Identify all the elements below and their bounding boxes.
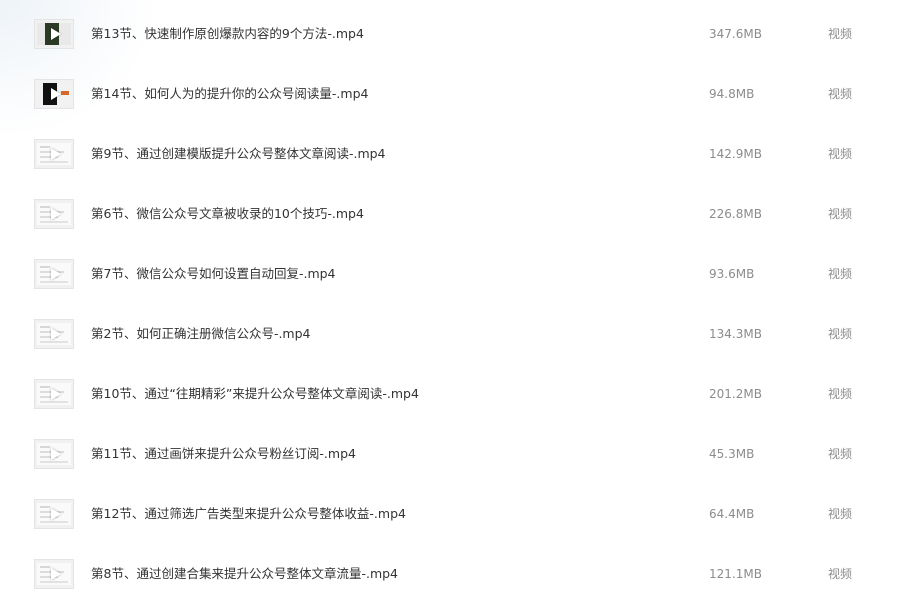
- file-type: 视频: [828, 27, 853, 41]
- file-row[interactable]: 第12节、通过筛选广告类型来提升公众号整体收益-.mp4 64.4MB 视频: [0, 484, 902, 544]
- file-name[interactable]: 第6节、微信公众号文章被收录的10个技巧-.mp4: [91, 184, 364, 244]
- video-thumbnail-icon: [34, 199, 74, 229]
- file-name[interactable]: 第14节、如何人为的提升你的公众号阅读量-.mp4: [91, 64, 368, 124]
- file-size: 226.8MB: [709, 207, 762, 221]
- file-row[interactable]: 第8节、通过创建合集来提升公众号整体文章流量-.mp4 121.1MB 视频: [0, 544, 902, 604]
- file-name[interactable]: 第10节、通过“往期精彩”来提升公众号整体文章阅读-.mp4: [91, 364, 419, 424]
- play-icon: [51, 508, 61, 520]
- video-thumbnail-icon: [34, 79, 74, 109]
- file-name[interactable]: 第12节、通过筛选广告类型来提升公众号整体收益-.mp4: [91, 484, 406, 544]
- file-size: 142.9MB: [709, 147, 762, 161]
- play-icon: [51, 28, 61, 40]
- file-size: 134.3MB: [709, 327, 762, 341]
- file-size: 64.4MB: [709, 507, 755, 521]
- play-icon: [51, 448, 61, 460]
- file-type: 视频: [828, 267, 853, 281]
- file-type: 视频: [828, 207, 853, 221]
- file-list: 第13节、快速制作原创爆款内容的9个方法-.mp4 347.6MB 视频 第14…: [0, 4, 902, 604]
- file-name[interactable]: 第13节、快速制作原创爆款内容的9个方法-.mp4: [91, 4, 364, 64]
- file-name[interactable]: 第7节、微信公众号如何设置自动回复-.mp4: [91, 244, 336, 304]
- file-size: 347.6MB: [709, 27, 762, 41]
- file-name[interactable]: 第9节、通过创建模版提升公众号整体文章阅读-.mp4: [91, 124, 386, 184]
- video-thumbnail-icon: [34, 439, 74, 469]
- play-icon: [51, 388, 61, 400]
- file-row[interactable]: 第11节、通过画饼来提升公众号粉丝订阅-.mp4 45.3MB 视频: [0, 424, 902, 484]
- file-row[interactable]: 第14节、如何人为的提升你的公众号阅读量-.mp4 94.8MB 视频: [0, 64, 902, 124]
- file-size: 201.2MB: [709, 387, 762, 401]
- file-type: 视频: [828, 447, 853, 461]
- file-size: 121.1MB: [709, 567, 762, 581]
- file-row[interactable]: 第10节、通过“往期精彩”来提升公众号整体文章阅读-.mp4 201.2MB 视…: [0, 364, 902, 424]
- file-row[interactable]: 第7节、微信公众号如何设置自动回复-.mp4 93.6MB 视频: [0, 244, 902, 304]
- file-type: 视频: [828, 567, 853, 581]
- file-type: 视频: [828, 507, 853, 521]
- file-row[interactable]: 第13节、快速制作原创爆款内容的9个方法-.mp4 347.6MB 视频: [0, 4, 902, 64]
- video-thumbnail-icon: [34, 379, 74, 409]
- video-thumbnail-icon: [34, 559, 74, 589]
- file-size: 94.8MB: [709, 87, 755, 101]
- video-thumbnail-icon: [34, 499, 74, 529]
- file-row[interactable]: 第2节、如何正确注册微信公众号-.mp4 134.3MB 视频: [0, 304, 902, 364]
- play-icon: [51, 148, 61, 160]
- file-row[interactable]: 第6节、微信公众号文章被收录的10个技巧-.mp4 226.8MB 视频: [0, 184, 902, 244]
- play-icon: [51, 568, 61, 580]
- file-size: 93.6MB: [709, 267, 755, 281]
- file-size: 45.3MB: [709, 447, 755, 461]
- file-type: 视频: [828, 87, 853, 101]
- file-type: 视频: [828, 327, 853, 341]
- file-type: 视频: [828, 387, 853, 401]
- video-thumbnail-icon: [34, 319, 74, 349]
- video-thumbnail-icon: [34, 139, 74, 169]
- file-row[interactable]: 第9节、通过创建模版提升公众号整体文章阅读-.mp4 142.9MB 视频: [0, 124, 902, 184]
- file-name[interactable]: 第8节、通过创建合集来提升公众号整体文章流量-.mp4: [91, 544, 398, 604]
- play-icon: [51, 208, 61, 220]
- file-name[interactable]: 第2节、如何正确注册微信公众号-.mp4: [91, 304, 311, 364]
- play-icon: [51, 268, 61, 280]
- file-name[interactable]: 第11节、通过画饼来提升公众号粉丝订阅-.mp4: [91, 424, 356, 484]
- play-icon: [51, 88, 61, 100]
- video-thumbnail-icon: [34, 259, 74, 289]
- video-thumbnail-icon: [34, 19, 74, 49]
- play-icon: [51, 328, 61, 340]
- file-type: 视频: [828, 147, 853, 161]
